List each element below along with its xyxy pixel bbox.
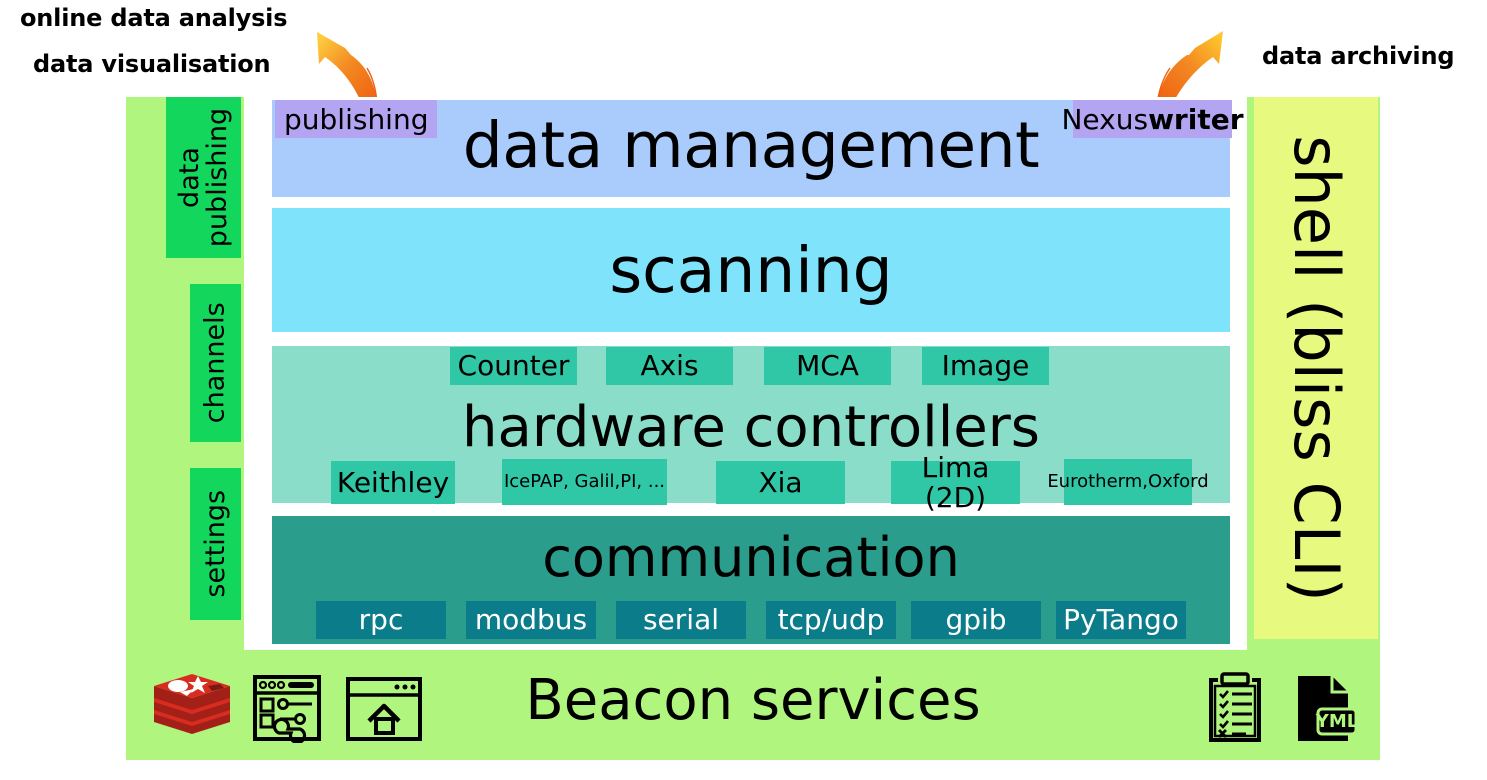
- yml-file-icon: YML: [1292, 673, 1358, 749]
- chip-eurotherm-line2: Oxford: [1148, 470, 1209, 492]
- callout-online-data-analysis: online data analysis: [20, 4, 288, 32]
- architecture-diagram: online data analysis data visualisation …: [0, 0, 1487, 780]
- chip-pytango[interactable]: PyTango: [1056, 601, 1186, 639]
- shell-label: shell (bliss CLI): [1279, 134, 1353, 602]
- sidebar-item-settings[interactable]: settings: [190, 468, 241, 620]
- callout-data-archiving: data archiving: [1262, 42, 1455, 70]
- callout-data-visualisation: data visualisation: [33, 50, 271, 78]
- sidebar-item-channels[interactable]: channels: [190, 284, 241, 442]
- badge-writer-label: writer: [1148, 102, 1244, 136]
- sidebar-item-data-publishing[interactable]: data publishing: [166, 97, 241, 258]
- chip-icepap-line2: PI, ...: [620, 470, 666, 492]
- chip-axis[interactable]: Axis: [606, 347, 733, 385]
- chip-modbus[interactable]: modbus: [466, 601, 596, 639]
- sidebar-item-data-publishing-label: data publishing: [173, 107, 233, 248]
- chip-xia[interactable]: Xia: [716, 461, 845, 504]
- chip-serial[interactable]: serial: [616, 601, 746, 639]
- badge-publishing[interactable]: publishing: [275, 100, 437, 138]
- layer-scanning-title: scanning: [609, 234, 893, 307]
- chip-gpib[interactable]: gpib: [911, 601, 1041, 639]
- chip-keithley[interactable]: Keithley: [331, 461, 455, 504]
- badge-nexus-label: Nexus: [1061, 102, 1149, 136]
- chip-icepap-galil-pi[interactable]: IcePAP, Galil, PI, ...: [502, 459, 667, 505]
- chip-eurotherm-line1: Eurotherm,: [1047, 470, 1148, 492]
- chip-eurotherm-oxford[interactable]: Eurotherm, Oxford: [1047, 459, 1209, 505]
- yml-text: YML: [1315, 711, 1358, 732]
- rail-label-line1: data: [173, 147, 205, 208]
- chip-mca[interactable]: MCA: [764, 347, 891, 385]
- chip-rpc[interactable]: rpc: [316, 601, 446, 639]
- chip-lima-2d[interactable]: Lima (2D): [891, 453, 1020, 512]
- chip-image[interactable]: Image: [922, 347, 1049, 385]
- homepage-window-icon: [345, 676, 423, 746]
- checklist-clipboard-icon: [1204, 672, 1266, 748]
- layer-hardware-controllers-title: hardware controllers: [462, 395, 1040, 460]
- sidebar-item-settings-label: settings: [199, 490, 231, 598]
- chip-icepap-line1: IcePAP, Galil,: [503, 470, 621, 492]
- badge-publishing-label: publishing: [284, 102, 429, 136]
- chip-counter[interactable]: Counter: [450, 347, 577, 385]
- badge-nexus-writer[interactable]: Nexus writer: [1061, 100, 1244, 138]
- sidebar-item-channels-label: channels: [199, 302, 231, 424]
- layer-scanning[interactable]: scanning: [272, 208, 1230, 332]
- rail-label-line2: publishing: [201, 107, 233, 248]
- chip-tcp-udp[interactable]: tcp/udp: [766, 601, 896, 639]
- layer-communication-title: communication: [542, 526, 960, 589]
- redis-logo-icon: [150, 672, 234, 748]
- config-window-icon: [252, 673, 322, 747]
- sidebar-item-shell-bliss-cli[interactable]: shell (bliss CLI): [1254, 97, 1378, 639]
